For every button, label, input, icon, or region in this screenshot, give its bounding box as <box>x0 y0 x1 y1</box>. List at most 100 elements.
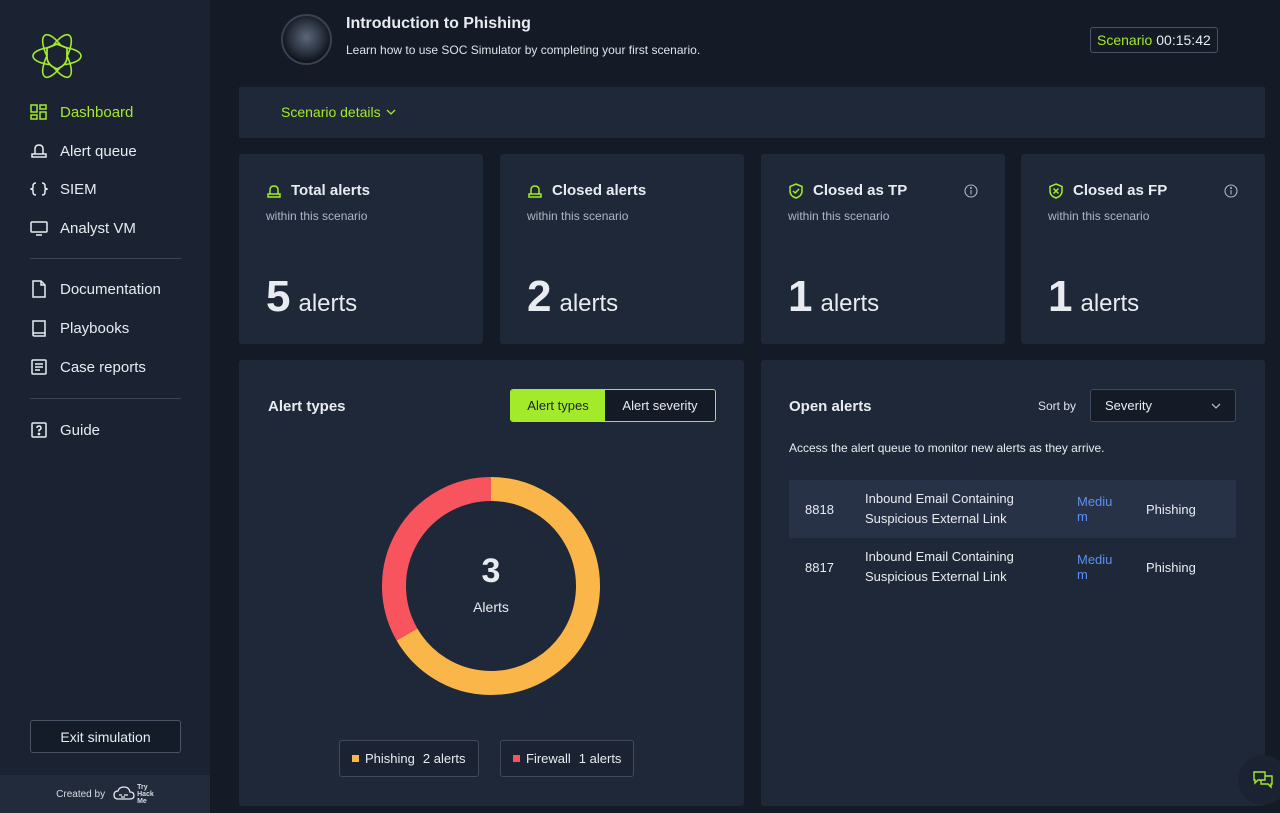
legend-count: 2 alerts <box>422 751 466 766</box>
scenario-details-label: Scenario details <box>281 104 381 120</box>
chat-button[interactable] <box>1238 755 1280 805</box>
alert-title: Inbound Email Containing Suspicious Exte… <box>865 549 1014 584</box>
sidebar: Dashboard Alert queue SIEM Analyst VM Do… <box>0 0 210 813</box>
legend-swatch <box>352 755 359 762</box>
stat-unit: alerts <box>1080 290 1140 317</box>
sort-by-label: Sort by <box>1038 399 1077 413</box>
sidebar-item-label: Analyst VM <box>60 219 136 237</box>
stat-card-closed-alerts: Closed alerts within this scenario 2 aler… <box>500 154 744 344</box>
alert-icon <box>528 184 542 198</box>
document-icon <box>32 280 46 298</box>
legend-name: Phishing <box>365 751 415 766</box>
info-icon[interactable] <box>964 184 978 198</box>
legend-item-firewall[interactable]: Firewall 1 alerts <box>500 740 635 777</box>
legend-count: 1 alerts <box>578 751 622 766</box>
stat-subtitle: within this scenario <box>266 209 368 223</box>
dashboard-icon <box>30 104 47 120</box>
stat-subtitle: within this scenario <box>527 209 629 223</box>
logo-icon <box>32 33 82 79</box>
scenario-timer: Scenario 00:15:42 <box>1090 27 1218 53</box>
stat-card-total-alerts: Total alerts within this scenario 5 alert… <box>239 154 483 344</box>
alert-row[interactable]: 8817 Inbound Email Containing Suspicious… <box>789 538 1236 596</box>
stat-value: 1 <box>788 272 813 321</box>
sidebar-item-playbooks[interactable]: Playbooks <box>30 315 129 341</box>
stat-unit: alerts <box>820 290 880 317</box>
timer-value: 00:15:42 <box>1156 32 1211 48</box>
stat-subtitle: within this scenario <box>1048 209 1150 223</box>
sidebar-item-label: Documentation <box>60 280 161 298</box>
book-icon <box>32 320 46 337</box>
sidebar-item-documentation[interactable]: Documentation <box>30 276 161 302</box>
brand-line: Try <box>137 783 148 791</box>
legend-item-phishing[interactable]: Phishing 2 alerts <box>339 740 479 777</box>
alert-type: Phishing <box>1146 559 1196 575</box>
braces-icon <box>30 182 48 196</box>
timer-label: Scenario <box>1097 32 1153 48</box>
tryhackme-logo[interactable]: Try Hack Me <box>113 784 154 805</box>
sidebar-item-label: Guide <box>60 421 101 439</box>
sidebar-item-label: SIEM <box>60 180 97 198</box>
sidebar-item-guide[interactable]: Guide <box>30 417 100 443</box>
alert-icon <box>267 184 281 198</box>
report-icon <box>31 359 47 375</box>
sidebar-item-analyst-vm[interactable]: Analyst VM <box>30 215 136 241</box>
stat-value: 1 <box>1048 272 1073 321</box>
stat-title: Closed as TP <box>813 182 908 199</box>
alert-queue-icon <box>31 144 47 158</box>
open-alerts-description: Access the alert queue to monitor new al… <box>789 441 1105 455</box>
alert-type: Phishing <box>1146 501 1196 517</box>
sidebar-item-label: Playbooks <box>60 319 130 337</box>
stat-title: Closed as FP <box>1073 182 1168 199</box>
stat-unit: alerts <box>559 290 619 317</box>
page-title: Introduction to Phishing <box>346 15 531 32</box>
toggle-alert-severity[interactable]: Alert severity <box>605 390 715 421</box>
sidebar-divider <box>30 398 181 399</box>
sidebar-item-siem[interactable]: SIEM <box>30 176 97 202</box>
stat-value: 2 <box>527 272 552 321</box>
toggle-alert-types[interactable]: Alert types <box>511 390 605 421</box>
alert-id: 8818 <box>805 501 834 517</box>
scenario-details-toggle[interactable]: Scenario details <box>281 104 396 120</box>
alert-id: 8817 <box>805 559 834 575</box>
sidebar-item-label: Case reports <box>60 358 146 376</box>
sort-select-value: Severity <box>1105 398 1152 413</box>
page-subtitle: Learn how to use SOC Simulator by comple… <box>346 43 701 57</box>
sidebar-divider <box>30 258 181 259</box>
stat-title: Total alerts <box>291 182 370 199</box>
help-icon <box>31 422 47 438</box>
chart-mode-toggle: Alert types Alert severity <box>510 389 716 422</box>
chevron-down-icon <box>1211 403 1221 409</box>
stat-card-closed-tp: Closed as TP within this scenario 1 alert… <box>761 154 1005 344</box>
brand-line: Me <box>137 797 147 805</box>
info-icon[interactable] <box>1224 184 1238 198</box>
chevron-down-icon <box>386 109 396 115</box>
open-alerts-title: Open alerts <box>789 398 872 415</box>
sort-select[interactable]: Severity <box>1090 389 1236 422</box>
created-by-footer: Created by Try Hack Me <box>0 775 210 813</box>
alert-types-title: Alert types <box>268 398 346 415</box>
stat-unit: alerts <box>298 290 358 317</box>
exit-simulation-button[interactable]: Exit simulation <box>30 720 181 753</box>
legend-name: Firewall <box>526 751 571 766</box>
donut-center-label: Alerts <box>473 599 509 615</box>
sidebar-item-case-reports[interactable]: Case reports <box>30 354 146 380</box>
cloud-icon <box>113 786 135 800</box>
sidebar-item-alert-queue[interactable]: Alert queue <box>30 138 137 164</box>
sidebar-item-label: Dashboard <box>60 103 134 121</box>
stat-subtitle: within this scenario <box>788 209 890 223</box>
alert-severity: Medium <box>1077 494 1113 524</box>
legend-swatch <box>513 755 520 762</box>
alert-severity: Medium <box>1077 552 1113 582</box>
alert-row[interactable]: 8818 Inbound Email Containing Suspicious… <box>789 480 1236 538</box>
scenario-avatar <box>281 14 332 65</box>
monitor-icon <box>30 221 48 236</box>
donut-center-value: 3 <box>481 552 501 590</box>
shield-x-icon <box>1049 182 1063 199</box>
chat-icon <box>1253 771 1273 789</box>
sidebar-item-dashboard[interactable]: Dashboard <box>30 99 133 125</box>
sidebar-item-label: Alert queue <box>60 142 137 160</box>
stat-card-closed-fp: Closed as FP within this scenario 1 alert… <box>1021 154 1265 344</box>
shield-check-icon <box>789 182 803 199</box>
stat-value: 5 <box>266 272 291 321</box>
alert-title: Inbound Email Containing Suspicious Exte… <box>865 491 1014 526</box>
